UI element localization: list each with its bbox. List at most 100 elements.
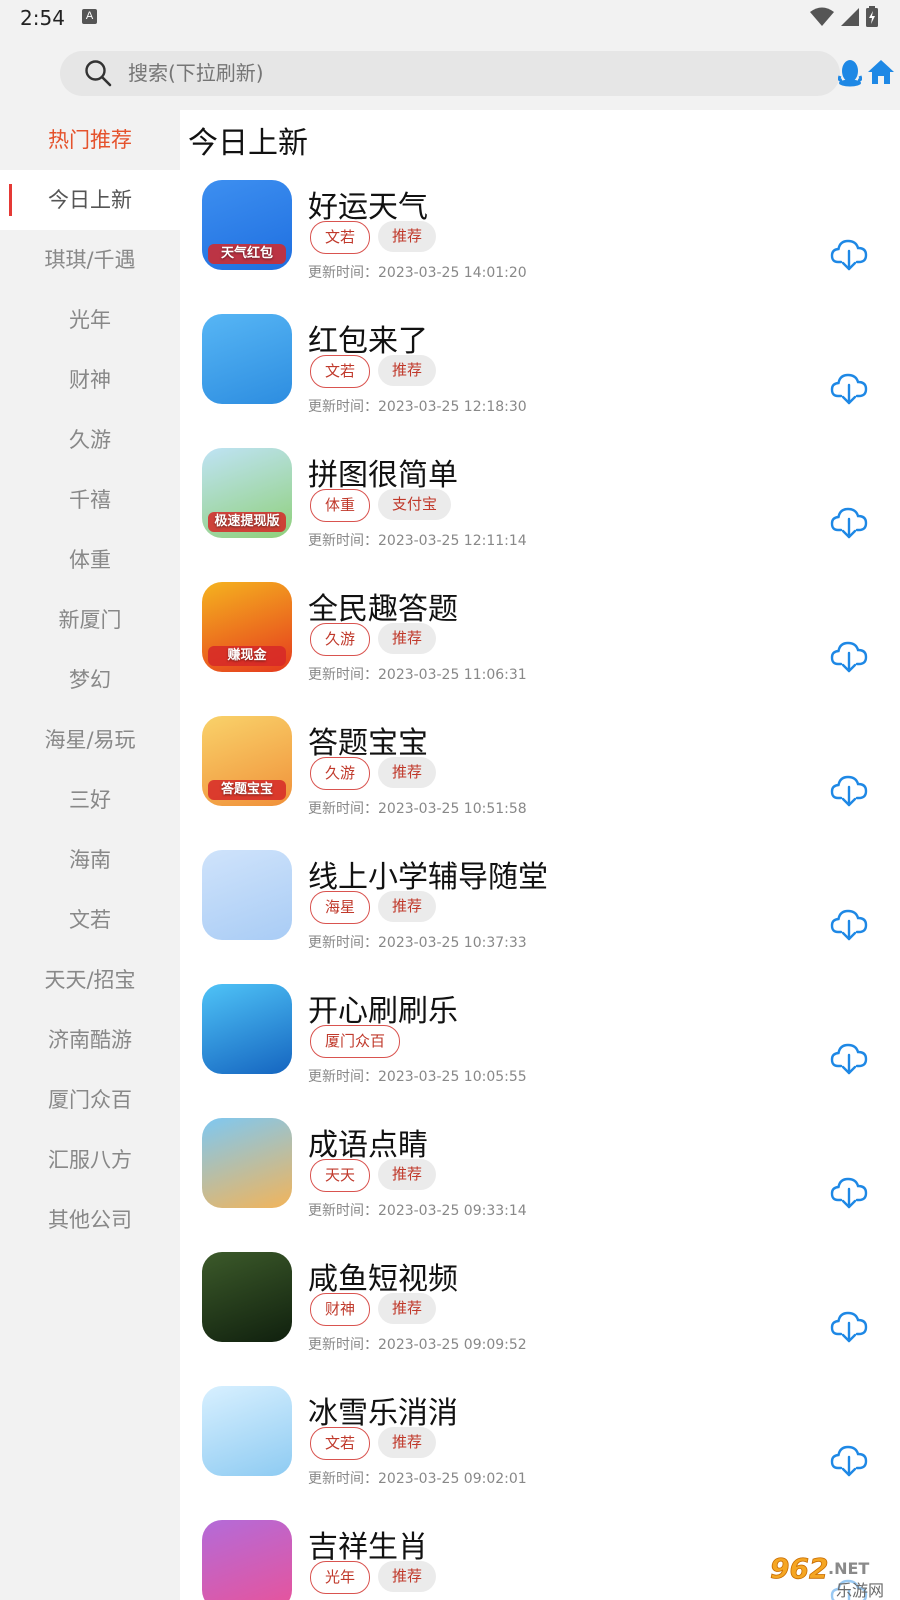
sidebar-item[interactable]: 海星/易玩 [0, 710, 180, 770]
app-icon[interactable]: 天气红包 [202, 180, 292, 270]
sidebar-item[interactable]: 文若 [0, 890, 180, 950]
update-time-value: 2023-03-25 09:09:52 [378, 1337, 527, 1353]
app-tags: 海星 推荐 [310, 891, 437, 924]
sidebar-item[interactable]: 其他公司 [0, 1190, 180, 1250]
home-icon[interactable] [867, 58, 895, 86]
category-tag: 推荐 [378, 1159, 437, 1190]
update-time-label: 更新时间： [308, 1471, 378, 1487]
sidebar-item[interactable]: 热门推荐 [0, 110, 180, 170]
cloud-download-icon[interactable] [830, 908, 868, 942]
app-icon[interactable] [202, 1118, 292, 1208]
sidebar-item[interactable]: 三好 [0, 770, 180, 830]
update-time-value: 2023-03-25 14:01:20 [378, 265, 527, 281]
app-icon[interactable] [202, 850, 292, 940]
app-list-item[interactable]: 天气红包 好运天气 文若 推荐更新时间：2023-03-25 14:01:20 [180, 180, 900, 314]
app-name[interactable]: 好运天气 [308, 182, 428, 226]
app-name[interactable]: 开心刷刷乐 [308, 986, 458, 1030]
app-icon[interactable] [202, 314, 292, 404]
app-name[interactable]: 红包来了 [308, 316, 428, 360]
notification-icon: A [82, 9, 97, 24]
cloud-download-icon[interactable] [830, 506, 868, 540]
company-tag: 财神 [310, 1293, 371, 1326]
app-list-item[interactable]: 咸鱼短视频 财神 推荐 更新时间：2023-03-25 09:09:52 [180, 1252, 900, 1386]
app-icon-text: 赚现金 [208, 646, 286, 666]
update-time-label: 更新时间： [308, 1337, 378, 1353]
app-icon-text: 答题宝宝 [208, 780, 286, 800]
app-icon-text: 天气红包 [208, 244, 286, 264]
app-tags: 文若 推荐 [310, 221, 437, 254]
app-list-item[interactable]: 开心刷刷乐 厦门众百 更新时间：2023-03-25 10:05:55 [180, 984, 900, 1118]
qq-penguin-icon[interactable] [838, 58, 862, 88]
app-icon[interactable] [202, 984, 292, 1074]
category-tag: 推荐 [378, 1561, 437, 1592]
sidebar-item[interactable]: 光年 [0, 290, 180, 350]
app-list-item[interactable]: 红包来了 文若 推荐 更新时间：2023-03-25 12:18:30 [180, 314, 900, 448]
sidebar-item[interactable]: 厦门众百 [0, 1070, 180, 1130]
sidebar-item[interactable]: 体重 [0, 530, 180, 590]
cloud-download-icon[interactable] [830, 372, 868, 406]
company-tag: 文若 [310, 355, 371, 388]
update-time-label: 更新时间： [308, 935, 378, 951]
app-name[interactable]: 冰雪乐消消 [308, 1388, 458, 1432]
category-tag: 支付宝 [378, 489, 452, 520]
category-tag: 推荐 [378, 757, 437, 788]
app-list-item[interactable]: 答题宝宝 答题宝宝 久游 推荐 更新时间：2023-03-25 10:51:58 [180, 716, 900, 850]
app-list-item[interactable]: 冰雪乐消消 文若 推荐 更新时间：2023-03-25 09:02:01 [180, 1386, 900, 1520]
app-icon[interactable] [202, 1386, 292, 1476]
company-tag: 文若 [310, 1427, 371, 1460]
status-time: 2:54 [20, 6, 65, 30]
sidebar-item[interactable]: 天天/招宝 [0, 950, 180, 1010]
app-name[interactable]: 线上小学辅导随堂 [308, 852, 548, 896]
app-name[interactable]: 咸鱼短视频 [308, 1254, 458, 1298]
app-list-item[interactable]: 赚现金 全民趣答题 久游 推荐 更新时间：2023-03-25 11:06:31 [180, 582, 900, 716]
app-icon[interactable] [202, 1252, 292, 1342]
sidebar-item[interactable]: 济南酷游 [0, 1010, 180, 1070]
app-tags: 光年 推荐 [310, 1561, 437, 1594]
update-time: 更新时间：2023-03-25 14:01:20 [308, 262, 527, 282]
update-time: 更新时间：2023-03-25 09:02:01 [308, 1468, 527, 1488]
cloud-download-icon[interactable] [830, 238, 868, 272]
sidebar-item[interactable]: 梦幻 [0, 650, 180, 710]
app-name[interactable]: 答题宝宝 [308, 718, 428, 762]
cloud-download-icon[interactable] [830, 1310, 868, 1344]
category-tag: 推荐 [378, 623, 437, 654]
app-list-item[interactable]: 成语点睛 天天 推荐更新时间：2023-03-25 09:33:14 [180, 1118, 900, 1252]
sidebar: 热门推荐 今日上新 琪琪/千遇 光年 财神 久游 千禧 体重 新厦门 梦幻 海星/易玩 三好 海南 文若天… [0, 110, 180, 1600]
status-bar: 2:54 A [0, 0, 900, 36]
app-icon[interactable]: 答题宝宝 [202, 716, 292, 806]
app-name[interactable]: 吉祥生肖 [308, 1522, 428, 1566]
app-icon[interactable] [202, 1520, 292, 1600]
cloud-download-icon[interactable] [830, 640, 868, 674]
search-input[interactable] [128, 51, 808, 96]
update-time-value: 2023-03-25 09:33:14 [378, 1203, 527, 1219]
search-bar[interactable] [60, 51, 840, 96]
sidebar-item[interactable]: 今日上新 [0, 170, 180, 230]
app-tags: 天天 推荐 [310, 1159, 437, 1192]
sidebar-item[interactable]: 汇服八方 [0, 1130, 180, 1190]
cloud-download-icon[interactable] [830, 1042, 868, 1076]
cloud-download-icon[interactable] [830, 774, 868, 808]
update-time: 更新时间：2023-03-25 09:33:14 [308, 1200, 527, 1220]
sidebar-item[interactable]: 琪琪/千遇 [0, 230, 180, 290]
app-name[interactable]: 成语点睛 [308, 1120, 428, 1164]
app-name[interactable]: 全民趣答题 [308, 584, 458, 628]
app-list-item[interactable]: 线上小学辅导随堂 海星 推荐 更新时间：2023-03-25 10:37:33 [180, 850, 900, 984]
app-name[interactable]: 拼图很简单 [308, 450, 458, 494]
category-tag: 推荐 [378, 1293, 437, 1324]
sidebar-item[interactable]: 海南 [0, 830, 180, 890]
category-tag: 推荐 [378, 891, 437, 922]
app-tags: 文若 推荐 [310, 355, 437, 388]
sidebar-item[interactable]: 新厦门 [0, 590, 180, 650]
app-icon[interactable]: 赚现金 [202, 582, 292, 672]
main-panel: 今日上新 天气红包 好运天气 文若 推荐 更新时间：2023-03-25 14:01:2… [180, 110, 900, 1600]
sidebar-item[interactable]: 千禧 [0, 470, 180, 530]
sidebar-item[interactable]: 久游 [0, 410, 180, 470]
cloud-download-icon[interactable] [830, 1176, 868, 1210]
app-icon[interactable]: 极速提现版 [202, 448, 292, 538]
app-list-item[interactable]: 极速提现版 拼图很简单 体重 支付宝 更新时间：2023-03-25 12:11:14 [180, 448, 900, 582]
sidebar-item[interactable]: 财神 [0, 350, 180, 410]
update-time-label: 更新时间： [308, 533, 378, 549]
cloud-download-icon[interactable] [830, 1444, 868, 1478]
category-tag: 推荐 [378, 221, 437, 252]
update-time-value: 2023-03-25 12:11:14 [378, 533, 527, 549]
